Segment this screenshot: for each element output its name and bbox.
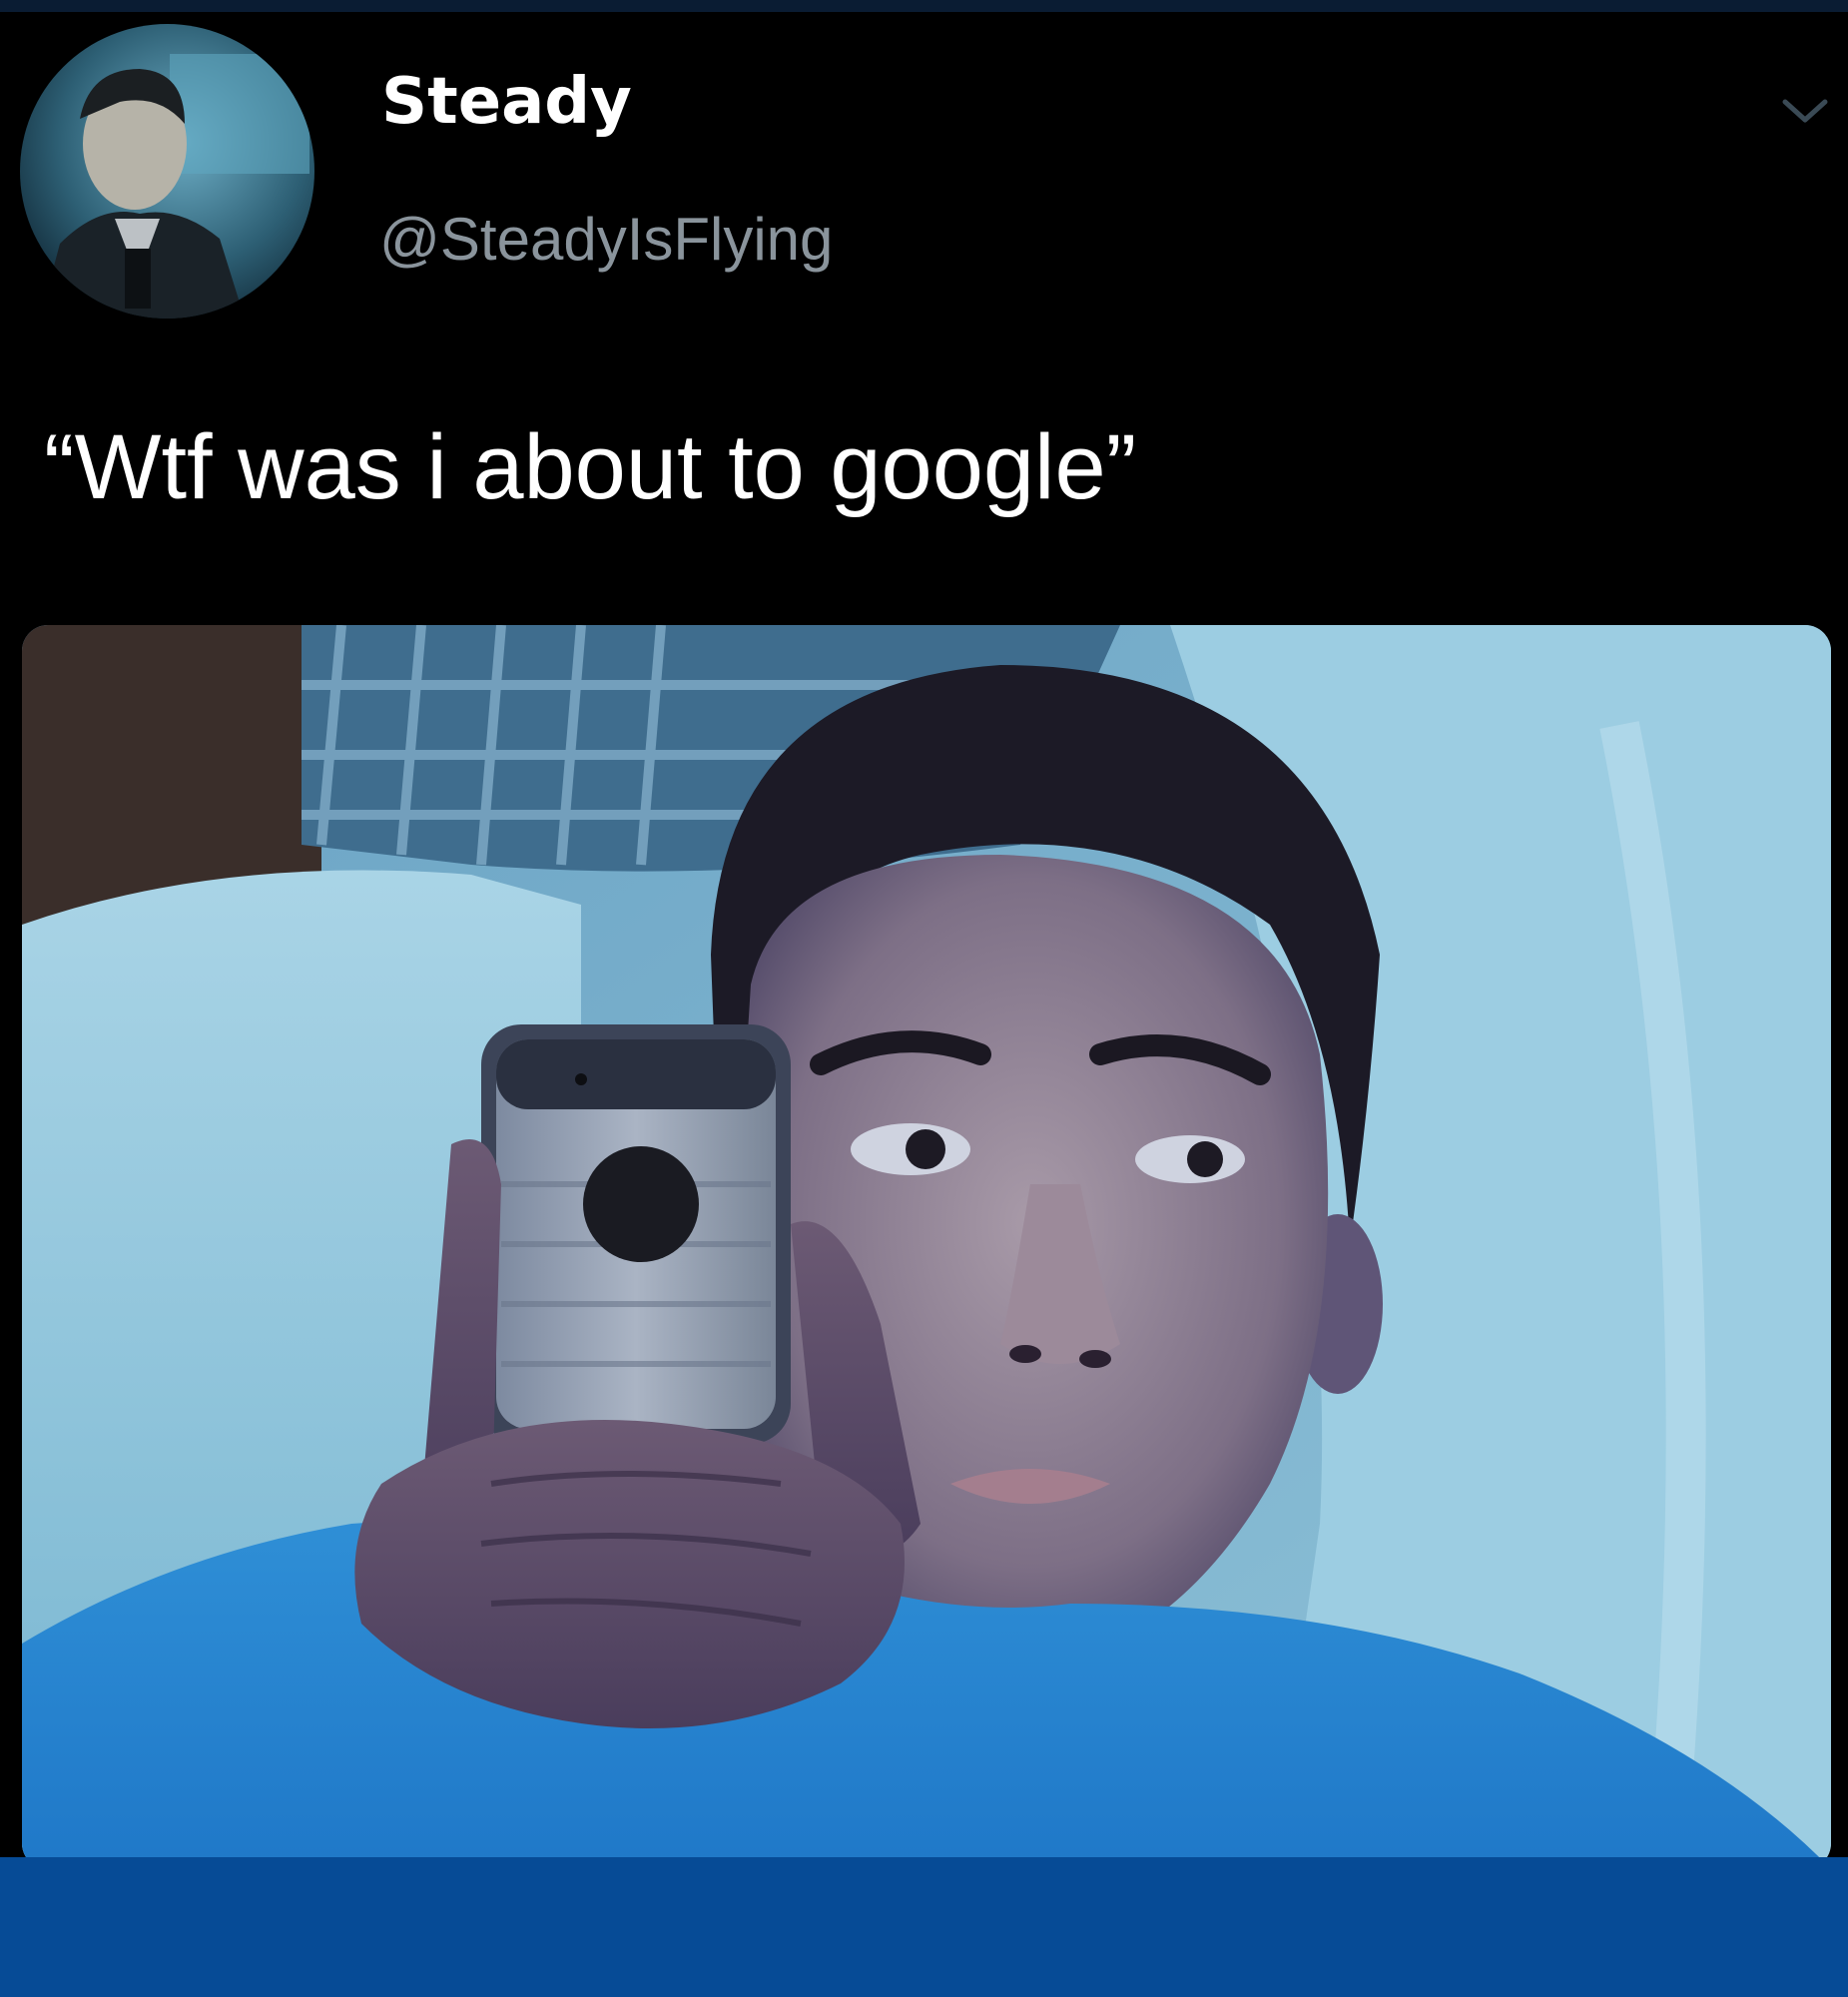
chevron-down-icon[interactable]	[1777, 92, 1833, 132]
avatar-image	[20, 24, 314, 319]
display-name[interactable]: Steady	[381, 70, 632, 134]
tweet-media-photo[interactable]	[22, 625, 1831, 1869]
top-strip	[0, 0, 1848, 12]
user-handle[interactable]: @SteadyIsFlying	[379, 210, 833, 270]
photo-illustration	[22, 625, 1831, 1869]
avatar[interactable]	[20, 24, 314, 319]
tweet-text: “Wtf was i about to google”	[44, 416, 1137, 518]
bottom-bar	[0, 1857, 1848, 1997]
tweet-card: Steady @SteadyIsFlying “Wtf was i about …	[0, 12, 1848, 1869]
